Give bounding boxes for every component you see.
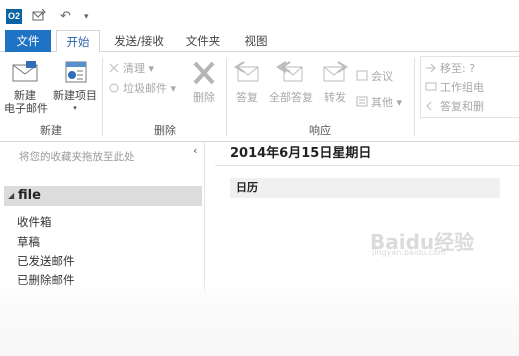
date-heading: 2014年6月15日星期日 — [230, 146, 372, 161]
junk-icon — [108, 82, 120, 93]
new-email-label: 新建 电子邮件 — [4, 89, 48, 115]
team-email-icon — [425, 81, 437, 92]
more-respond-icon — [356, 96, 368, 107]
reply-all-label: 全部答复 — [269, 91, 313, 104]
ribbon: 新建 电子邮件 新建项目 ▾ 新建 清理 ▾ 垃圾邮件 ▾ 删除 删除 答复 全… — [0, 52, 519, 142]
divider — [215, 165, 519, 166]
outlook-logo-icon: O2 — [6, 9, 22, 24]
forward-label: 转发 — [324, 91, 346, 104]
bottom-fade — [0, 280, 519, 356]
group-label-delete: 删除 — [154, 124, 176, 137]
calendar-section-header[interactable]: 日历 — [230, 178, 500, 198]
main-pane: 2014年6月15日星期日 日历 — [215, 142, 519, 292]
quick-access-toolbar: O2 ↶ ▾ — [0, 0, 519, 30]
move-icon — [425, 62, 437, 73]
delete-button[interactable]: 删除 — [184, 58, 224, 104]
folder-pane: 将您的收藏夹拖放至此处 ‹ ◢ file 收件箱 草稿 已发送邮件 已删除邮件 — [0, 142, 205, 292]
cleanup-icon — [108, 62, 120, 73]
reply-label: 答复 — [236, 91, 258, 104]
tab-file[interactable]: 文件 — [5, 30, 51, 52]
tab-home[interactable]: 开始 — [56, 30, 100, 53]
group-label-respond: 响应 — [309, 124, 331, 137]
ribbon-tabs: 文件 开始 发送/接收 文件夹 视图 — [0, 30, 519, 53]
watermark-url: jingyan.baidu.com — [372, 248, 446, 257]
folder-sent[interactable]: 已发送邮件 — [17, 253, 75, 269]
reply-button[interactable]: 答复 — [230, 58, 264, 104]
new-items-button[interactable]: 新建项目 ▾ — [50, 58, 100, 115]
meeting-icon — [356, 70, 368, 81]
reply-delete-icon — [425, 100, 437, 111]
delete-label: 删除 — [193, 91, 215, 104]
expand-triangle-icon[interactable]: ◢ — [8, 186, 14, 206]
quick-step-reply-delete[interactable]: 答复和删 — [425, 98, 484, 114]
quick-step-move[interactable]: 移至: ? — [425, 60, 475, 76]
collapse-pane-icon[interactable]: ‹ — [193, 144, 197, 157]
folder-inbox[interactable]: 收件箱 — [17, 214, 52, 230]
favorites-drop-hint: 将您的收藏夹拖放至此处 — [19, 151, 135, 163]
group-divider — [102, 58, 103, 136]
group-label-new: 新建 — [40, 124, 62, 137]
tab-view[interactable]: 视图 — [236, 30, 276, 52]
account-name: file — [18, 188, 41, 203]
folder-drafts[interactable]: 草稿 — [17, 234, 40, 250]
customize-qat-icon[interactable]: ▾ — [84, 12, 89, 22]
cleanup-button[interactable]: 清理 ▾ — [108, 60, 154, 76]
account-header[interactable]: ◢ file — [4, 186, 202, 206]
new-email-button[interactable]: 新建 电子邮件 — [4, 58, 48, 115]
group-divider — [226, 58, 227, 136]
reply-all-button[interactable]: 全部答复 — [268, 58, 314, 104]
send-receive-icon[interactable] — [32, 8, 46, 27]
quick-step-manager[interactable]: 工作组电 — [425, 79, 484, 95]
junk-button[interactable]: 垃圾邮件 ▾ — [108, 80, 176, 96]
forward-button[interactable]: 转发 — [318, 58, 352, 104]
quick-steps-gallery: 移至: ? 工作组电 答复和删 — [420, 56, 519, 118]
meeting-button[interactable]: 会议 — [356, 68, 393, 84]
tab-send-receive[interactable]: 发送/接收 — [106, 30, 172, 52]
new-items-label: 新建项目 — [53, 89, 97, 102]
tab-folder[interactable]: 文件夹 — [178, 30, 228, 52]
undo-icon[interactable]: ↶ — [60, 9, 71, 24]
group-divider — [414, 58, 415, 136]
more-respond-button[interactable]: 其他 ▾ — [356, 94, 402, 110]
